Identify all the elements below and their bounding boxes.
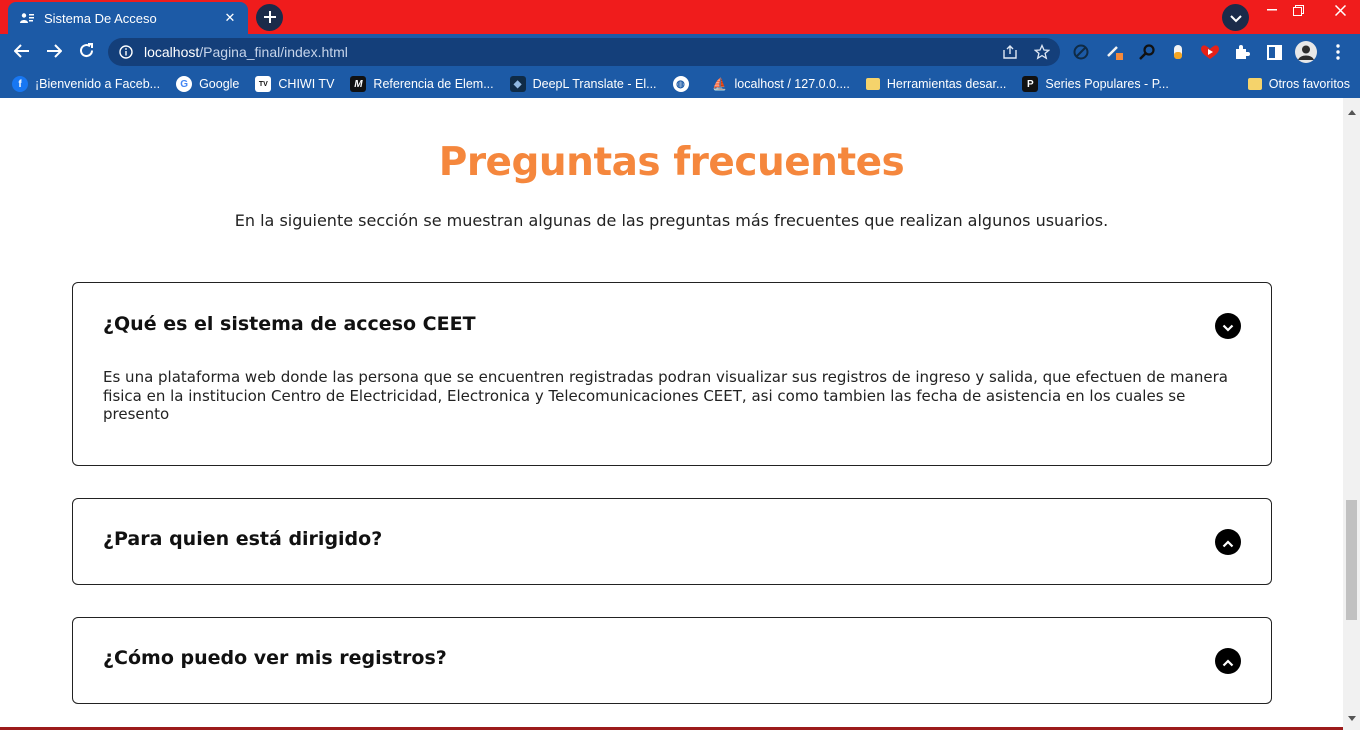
page-viewport: Preguntas frecuentes En la siguiente sec… [0, 98, 1343, 730]
reload-button[interactable] [73, 39, 99, 65]
url-path: /Pagina_final/index.html [199, 44, 348, 60]
close-window-button[interactable] [1320, 0, 1360, 20]
faq-item-expanded[interactable]: ¿Qué es el sistema de acceso CEET Es una… [72, 282, 1272, 466]
phpmyadmin-icon: ⛵ [712, 77, 727, 91]
chevron-down-icon [1222, 317, 1234, 336]
globe-icon: ◍ [672, 76, 689, 92]
extension-tracker-icon[interactable] [1069, 40, 1093, 64]
scrollbar-thumb[interactable] [1346, 500, 1357, 620]
extension-pen-icon[interactable] [1103, 40, 1127, 64]
extension-youtube-icon[interactable] [1198, 40, 1222, 64]
bookmarks-bar: f ¡Bienvenido a Faceb... G Google TV CHI… [0, 70, 1360, 98]
bookmark-label: CHIWI TV [278, 77, 335, 91]
faq-item[interactable]: ¿Para quien está dirigido? [72, 498, 1272, 585]
chevron-down-icon [1229, 8, 1242, 27]
bookmark-label: Herramientas desar... [886, 77, 1007, 91]
faq-toggle-button[interactable] [1215, 648, 1241, 674]
forward-button[interactable] [41, 39, 67, 65]
scroll-up-icon[interactable] [1347, 108, 1356, 117]
restore-button[interactable] [1282, 0, 1314, 20]
page-scrollbar[interactable] [1343, 98, 1360, 730]
faq-item[interactable]: ¿Cómo puedo ver mis registros? [72, 617, 1272, 704]
scroll-down-icon[interactable] [1347, 714, 1356, 723]
menu-kebab-icon[interactable] [1326, 40, 1350, 64]
bookmark-label: Google [199, 77, 240, 91]
faq-question[interactable]: ¿Cómo puedo ver mis registros? [103, 647, 447, 669]
other-bookmarks-label: Otros favoritos [1268, 77, 1350, 91]
share-icon[interactable] [998, 38, 1022, 66]
chevron-up-icon [1222, 652, 1234, 671]
bookmark-label: localhost / 127.0.0.... [734, 77, 850, 91]
extension-magnifier-icon[interactable] [1135, 40, 1159, 64]
tab-close-icon[interactable]: ✕ [222, 10, 238, 26]
tab-search-button[interactable] [1222, 4, 1249, 31]
star-icon[interactable] [1030, 38, 1054, 66]
url-host: localhost [144, 44, 200, 60]
bookmark-label: ¡Bienvenido a Faceb... [35, 77, 161, 91]
bookmark-folder-herramientas[interactable]: Herramientas desar... [865, 77, 1007, 91]
faq-subtitle: En la siguiente sección se muestran algu… [234, 211, 1109, 230]
info-icon[interactable] [118, 44, 134, 60]
profile-avatar[interactable] [1294, 40, 1318, 64]
reload-icon [79, 42, 94, 62]
extension-capsule-icon[interactable] [1166, 40, 1190, 64]
url-text[interactable]: localhost/Pagina_final/index.html [144, 44, 348, 60]
bookmark-phpmyadmin[interactable]: ⛵ localhost / 127.0.0.... [712, 76, 850, 92]
puzzle-icon[interactable] [1230, 40, 1254, 64]
tab-strip: Sistema De Acceso ✕ [0, 0, 1360, 34]
bookmark-chiwi-tv[interactable]: TV CHIWI TV [255, 76, 334, 92]
plus-icon [263, 8, 276, 27]
faq-toggle-button[interactable] [1215, 529, 1241, 555]
facebook-icon: f [12, 76, 28, 92]
folder-icon [1247, 78, 1262, 90]
tv-icon: TV [255, 76, 272, 92]
faq-question[interactable]: ¿Qué es el sistema de acceso CEET [103, 313, 476, 335]
google-icon: G [176, 76, 193, 92]
deepl-icon: ◆ [509, 76, 526, 92]
contact-card-icon [18, 9, 36, 27]
bookmark-label: Series Populares - P... [1045, 77, 1169, 91]
faq-answer: Es una plataforma web donde las persona … [103, 368, 1228, 423]
address-bar[interactable]: localhost/Pagina_final/index.html [108, 38, 1060, 66]
chevron-up-icon [1222, 533, 1234, 552]
browser-toolbar: localhost/Pagina_final/index.html [0, 34, 1360, 70]
side-panel-icon[interactable] [1262, 40, 1286, 64]
arrow-right-icon [46, 43, 63, 62]
p-icon: P [1022, 76, 1039, 92]
bookmark-mdn[interactable]: M Referencia de Elem... [350, 76, 494, 92]
faq-title: Preguntas frecuentes [438, 140, 905, 185]
bookmark-label: DeepL Translate - El... [532, 77, 657, 91]
bookmark-label: Referencia de Elem... [373, 77, 494, 91]
new-tab-button[interactable] [256, 4, 283, 31]
mdn-icon: M [350, 76, 367, 92]
bookmark-google[interactable]: G Google [176, 76, 239, 92]
bookmark-globe[interactable]: ◍ [672, 76, 696, 92]
back-button[interactable] [9, 39, 35, 65]
faq-toggle-button[interactable] [1215, 313, 1241, 339]
browser-tab[interactable]: Sistema De Acceso ✕ [8, 2, 248, 34]
faq-question[interactable]: ¿Para quien está dirigido? [103, 528, 382, 550]
arrow-left-icon [13, 43, 30, 62]
bookmark-series-populares[interactable]: P Series Populares - P... [1022, 76, 1169, 92]
bookmark-facebook[interactable]: f ¡Bienvenido a Faceb... [12, 76, 160, 92]
folder-icon [865, 78, 880, 90]
bookmark-deepl[interactable]: ◆ DeepL Translate - El... [509, 76, 657, 92]
other-bookmarks[interactable]: Otros favoritos [1247, 70, 1350, 98]
tab-title: Sistema De Acceso [44, 10, 157, 26]
